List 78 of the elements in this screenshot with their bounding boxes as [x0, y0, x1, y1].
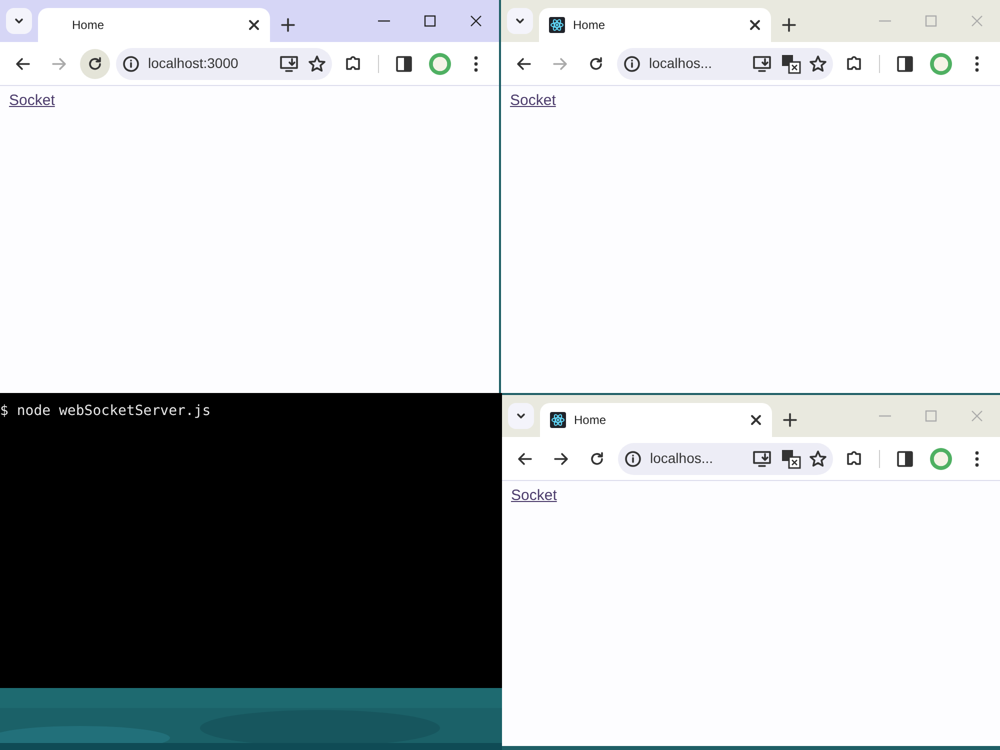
tab-title: Home — [573, 17, 606, 34]
maximize-icon — [424, 15, 436, 27]
maximize-icon — [925, 15, 937, 27]
install-app-button[interactable] — [753, 54, 773, 72]
star-icon — [809, 54, 827, 72]
translate-button[interactable] — [781, 448, 801, 468]
back-arrow-icon — [516, 56, 532, 72]
tab-title: Home — [574, 412, 608, 429]
maximize-icon — [925, 410, 937, 422]
url-text: localhos... — [650, 449, 714, 468]
minimize-icon — [879, 415, 891, 417]
tab-search-button[interactable] — [508, 403, 534, 429]
tab-title: Home — [72, 17, 106, 34]
close-icon — [750, 414, 762, 426]
puzzle-icon — [845, 450, 863, 468]
reload-icon — [589, 450, 605, 466]
url-text: localhos... — [649, 54, 714, 73]
tab-search-button[interactable] — [6, 8, 32, 34]
info-icon — [623, 54, 641, 72]
minimize-icon — [378, 20, 390, 22]
menu-dots-icon — [975, 450, 979, 466]
monitor-download-icon — [753, 450, 773, 468]
reload-button[interactable] — [80, 48, 110, 78]
reload-icon — [87, 56, 103, 72]
close-icon — [971, 410, 983, 422]
avatar-icon — [429, 52, 451, 74]
tab-search-button[interactable] — [507, 8, 533, 34]
translate-icon — [781, 448, 801, 468]
terminal-command: $ node webSocketServer.js — [0, 402, 211, 421]
monitor-download-icon — [280, 54, 300, 72]
monitor-download-icon — [753, 54, 773, 72]
side-panel-icon — [395, 54, 413, 72]
plus-icon — [782, 18, 796, 32]
translate-icon — [781, 54, 801, 74]
install-app-button[interactable] — [280, 54, 300, 72]
menu-dots-icon — [474, 56, 478, 72]
close-icon — [971, 15, 983, 27]
socket-link[interactable]: Socket — [511, 487, 557, 504]
close-tab-button[interactable] — [248, 19, 260, 31]
close-tab-button[interactable] — [750, 414, 762, 426]
forward-arrow-icon — [553, 450, 569, 466]
address-bar[interactable]: localhost:3000 — [116, 48, 332, 80]
address-bar[interactable]: localhos... — [618, 442, 833, 474]
info-icon — [122, 54, 140, 72]
url-text: localhost:3000 — [148, 54, 240, 73]
bookmark-button[interactable] — [809, 450, 827, 468]
info-icon — [624, 450, 642, 468]
close-icon — [470, 15, 482, 27]
menu-dots-icon — [975, 56, 979, 72]
side-panel-icon — [896, 54, 914, 72]
browser-tab[interactable]: Home — [539, 8, 771, 42]
close-tab-button[interactable] — [749, 19, 761, 31]
minimize-icon — [879, 20, 891, 22]
translate-button[interactable] — [781, 54, 801, 74]
browser-tab[interactable]: Home — [540, 403, 772, 437]
back-arrow-icon — [517, 450, 533, 466]
install-app-button[interactable] — [753, 450, 773, 468]
star-icon — [308, 54, 326, 72]
close-icon — [248, 19, 260, 31]
puzzle-icon — [845, 54, 863, 72]
back-arrow-icon — [15, 56, 31, 72]
bookmark-button[interactable] — [809, 54, 827, 72]
forward-arrow-icon — [51, 56, 67, 72]
puzzle-icon — [344, 54, 362, 72]
plus-icon — [281, 18, 295, 32]
star-icon — [809, 450, 827, 468]
address-bar[interactable]: localhos... — [617, 48, 833, 80]
socket-link[interactable]: Socket — [9, 92, 55, 109]
plus-icon — [783, 413, 797, 427]
forward-arrow-icon — [552, 56, 568, 72]
side-panel-icon — [896, 450, 914, 468]
browser-tab[interactable]: Home — [38, 8, 270, 42]
bookmark-button[interactable] — [308, 54, 326, 72]
avatar-icon — [930, 52, 952, 74]
avatar-icon — [930, 448, 952, 470]
socket-link[interactable]: Socket — [510, 92, 556, 109]
reload-icon — [588, 56, 604, 72]
close-icon — [749, 19, 761, 31]
